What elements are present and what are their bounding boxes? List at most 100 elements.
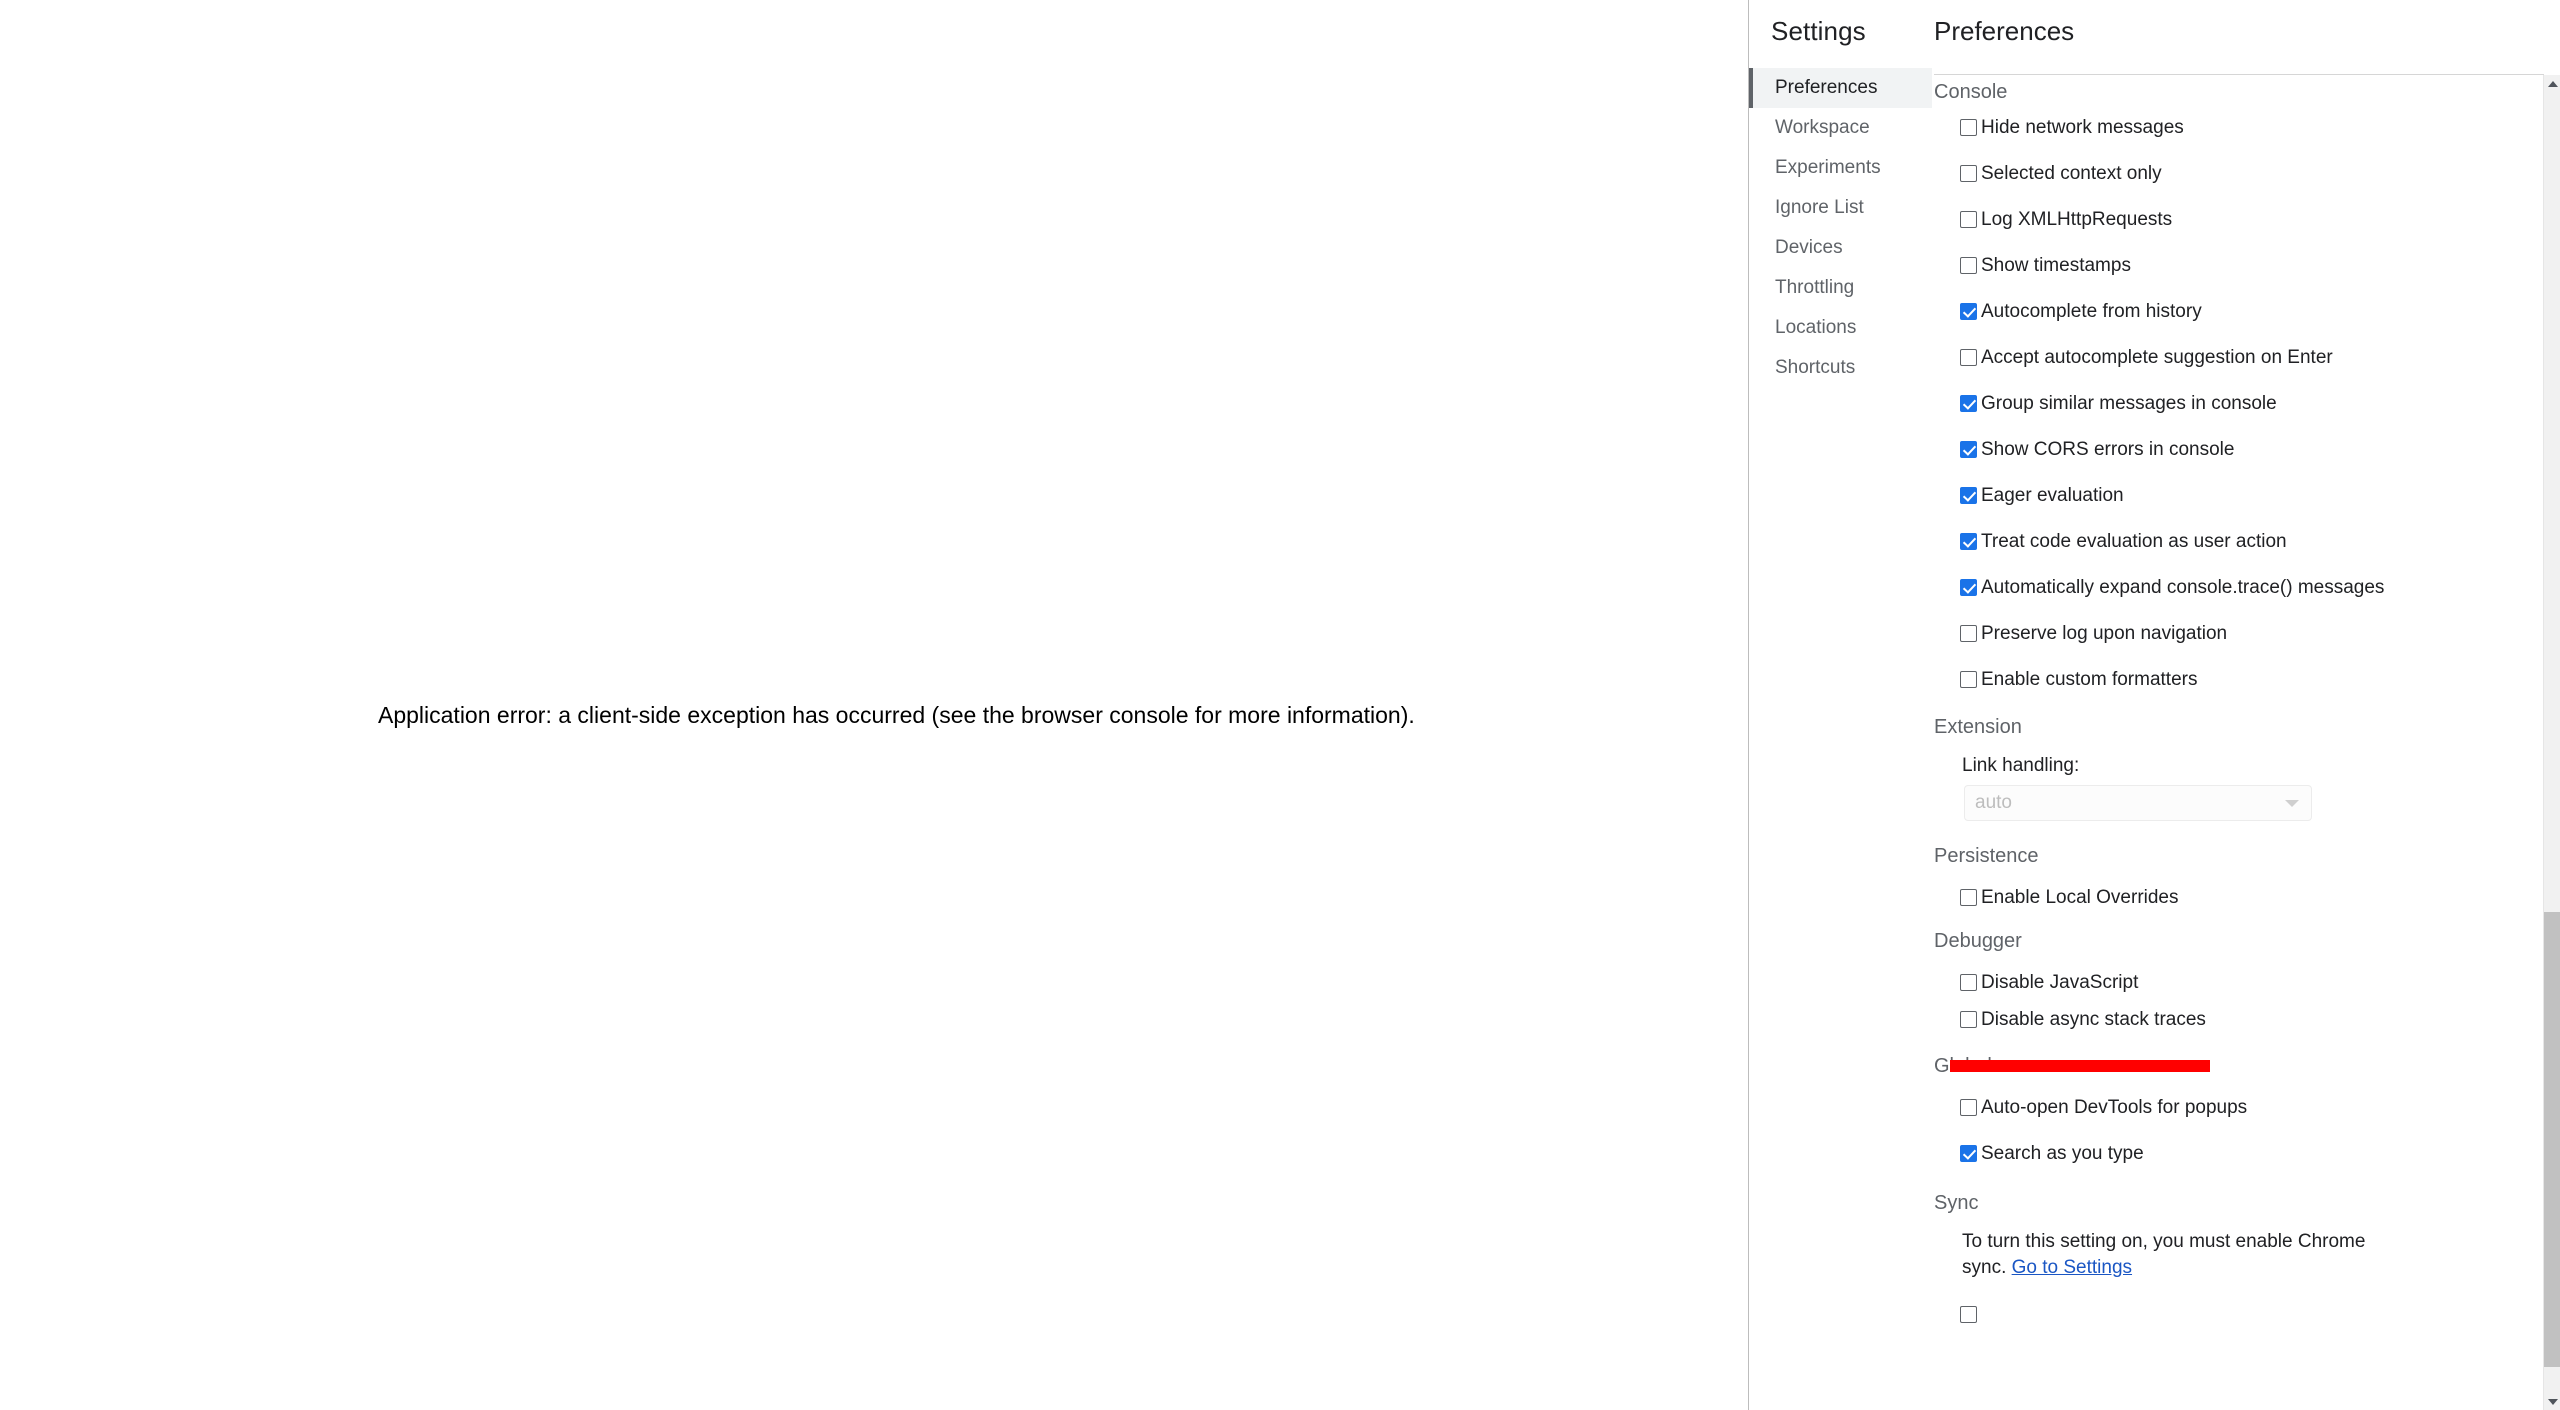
option-autocomplete-from-history[interactable]: Autocomplete from history [1932, 288, 2544, 334]
section-heading: Persistence [1934, 845, 2039, 867]
sidebar-item-ignore-list[interactable]: Ignore List [1749, 188, 1932, 228]
sidebar-item-preferences[interactable]: Preferences [1749, 68, 1932, 108]
option-label: Enable custom formatters [1981, 668, 2198, 690]
checkbox[interactable] [1960, 210, 1977, 228]
section-heading: Sync [1934, 1192, 1979, 1214]
option-label: Preserve log upon navigation [1981, 622, 2228, 644]
sidebar-item-devices[interactable]: Devices [1749, 228, 1932, 268]
checkbox[interactable] [1960, 532, 1977, 550]
option-label: Accept autocomplete suggestion on Enter [1981, 346, 2333, 368]
scrollbar-thumb[interactable] [2544, 912, 2560, 1367]
web-page-content: Application error: a client-side excepti… [0, 0, 1748, 1410]
option-label: Group similar messages in console [1981, 392, 2277, 414]
checkbox[interactable] [1960, 348, 1977, 366]
settings-content: Preferences Console Hide network message… [1932, 0, 2560, 1410]
option-enable-local-overrides[interactable]: Enable Local Overrides [1932, 874, 2544, 920]
section-console: Console Hide network messages Selected c… [1932, 75, 2544, 702]
checkbox[interactable] [1960, 1098, 1977, 1116]
section-sync: Sync To turn this setting on, you must e… [1932, 1192, 2544, 1337]
option-show-cors-errors-in-console[interactable]: Show CORS errors in console [1932, 426, 2544, 472]
sidebar-item-label: Locations [1775, 317, 1857, 338]
scroll-down-button[interactable] [2544, 1393, 2560, 1410]
link-handling-select[interactable]: auto [1964, 785, 2312, 821]
option-label: Enable Local Overrides [1981, 886, 2179, 908]
section-heading: Debugger [1934, 930, 2022, 952]
option-label: Auto-open DevTools for popups [1981, 1096, 2248, 1118]
option-label: Show timestamps [1981, 254, 2131, 276]
devtools-settings-panel: Settings Preferences Workspace Experimen… [1748, 0, 2560, 1410]
option-preserve-log-upon-navigation[interactable]: Preserve log upon navigation [1932, 610, 2544, 656]
checkbox[interactable] [1960, 486, 1977, 504]
link-handling-label: Link handling: [1962, 755, 2080, 776]
go-to-settings-link[interactable]: Go to Settings [2012, 1257, 2132, 1278]
option-label: Automatically expand console.trace() mes… [1981, 576, 2385, 598]
option-automatically-expand-console-trace-messages[interactable]: Automatically expand console.trace() mes… [1932, 564, 2544, 610]
sidebar-item-label: Throttling [1775, 277, 1855, 298]
sidebar-item-label: Experiments [1775, 157, 1881, 178]
section-global: Global Auto-open DevTools for popups Sea… [1932, 1055, 2544, 1176]
sidebar-item-locations[interactable]: Locations [1749, 308, 1932, 348]
checkbox[interactable] [1960, 670, 1977, 688]
option-disable-async-stack-traces[interactable]: Disable async stack traces [1932, 1005, 2544, 1033]
option-search-as-you-type[interactable]: Search as you type [1932, 1130, 2544, 1176]
checkbox[interactable] [1960, 394, 1977, 412]
option-hide-network-messages[interactable]: Hide network messages [1932, 104, 2544, 150]
checkbox[interactable] [1960, 624, 1977, 642]
checkbox[interactable] [1960, 118, 1977, 136]
option-eager-evaluation[interactable]: Eager evaluation [1932, 472, 2544, 518]
option-accept-autocomplete-suggestion-on-enter[interactable]: Accept autocomplete suggestion on Enter [1932, 334, 2544, 380]
checkbox[interactable] [1960, 440, 1977, 458]
settings-scroll-body: Console Hide network messages Selected c… [1932, 75, 2544, 1410]
sidebar-item-label: Shortcuts [1775, 357, 1856, 378]
application-error-message: Application error: a client-side excepti… [378, 702, 1415, 728]
option-enable-sync-partial[interactable] [1932, 1291, 2544, 1337]
checkbox[interactable] [1960, 256, 1977, 274]
option-label: Treat code evaluation as user action [1981, 530, 2287, 552]
checkbox[interactable] [1960, 973, 1977, 991]
option-label: Show CORS errors in console [1981, 438, 2235, 460]
checkbox[interactable] [1960, 1305, 1977, 1323]
sidebar-item-shortcuts[interactable]: Shortcuts [1749, 348, 1932, 388]
option-log-xmlhttprequests[interactable]: Log XMLHttpRequests [1932, 196, 2544, 242]
scroll-up-button[interactable] [2544, 75, 2560, 92]
red-annotation-underline [1950, 1060, 2210, 1072]
option-group-similar-messages-in-console[interactable]: Group similar messages in console [1932, 380, 2544, 426]
checkbox[interactable] [1960, 164, 1977, 182]
section-heading: Extension [1934, 716, 2022, 738]
option-label: Hide network messages [1981, 116, 2184, 138]
option-label: Selected context only [1981, 162, 2162, 184]
link-handling-value: auto [1975, 792, 2012, 813]
sidebar-item-label: Ignore List [1775, 197, 1864, 218]
option-auto-open-devtools-for-popups[interactable]: Auto-open DevTools for popups [1932, 1084, 2544, 1130]
sidebar-item-label: Workspace [1775, 117, 1870, 138]
checkbox[interactable] [1960, 578, 1977, 596]
option-disable-javascript[interactable]: Disable JavaScript [1932, 959, 2544, 1005]
option-label: Autocomplete from history [1981, 300, 2202, 322]
section-persistence: Persistence Enable Local Overrides [1932, 845, 2544, 920]
sidebar-item-label: Devices [1775, 237, 1843, 258]
checkbox[interactable] [1960, 1144, 1977, 1162]
sidebar-item-throttling[interactable]: Throttling [1749, 268, 1932, 308]
sidebar-item-workspace[interactable]: Workspace [1749, 108, 1932, 148]
section-debugger: Debugger Disable JavaScript Disable asyn… [1932, 930, 2544, 1033]
settings-nav-list: Preferences Workspace Experiments Ignore… [1749, 68, 1932, 388]
settings-nav: Settings Preferences Workspace Experimen… [1749, 0, 1932, 1410]
checkbox[interactable] [1960, 1010, 1977, 1028]
section-heading: Console [1934, 81, 2008, 103]
option-enable-custom-formatters[interactable]: Enable custom formatters [1932, 656, 2544, 702]
option-selected-context-only[interactable]: Selected context only [1932, 150, 2544, 196]
page-title: Preferences [1934, 16, 2075, 46]
triangle-down-icon [2547, 1398, 2558, 1405]
option-label: Disable async stack traces [1981, 1008, 2206, 1030]
option-treat-code-evaluation-as-user-action[interactable]: Treat code evaluation as user action [1932, 518, 2544, 564]
sidebar-item-experiments[interactable]: Experiments [1749, 148, 1932, 188]
sync-note: To turn this setting on, you must enable… [1932, 1229, 2402, 1281]
settings-scrollbar[interactable] [2543, 75, 2560, 1410]
checkbox[interactable] [1960, 302, 1977, 320]
screen: Application error: a client-side excepti… [0, 0, 2560, 1410]
option-show-timestamps[interactable]: Show timestamps [1932, 242, 2544, 288]
option-label: Log XMLHttpRequests [1981, 208, 2173, 230]
triangle-up-icon [2547, 80, 2558, 87]
option-label: Eager evaluation [1981, 484, 2124, 506]
checkbox[interactable] [1960, 888, 1977, 906]
